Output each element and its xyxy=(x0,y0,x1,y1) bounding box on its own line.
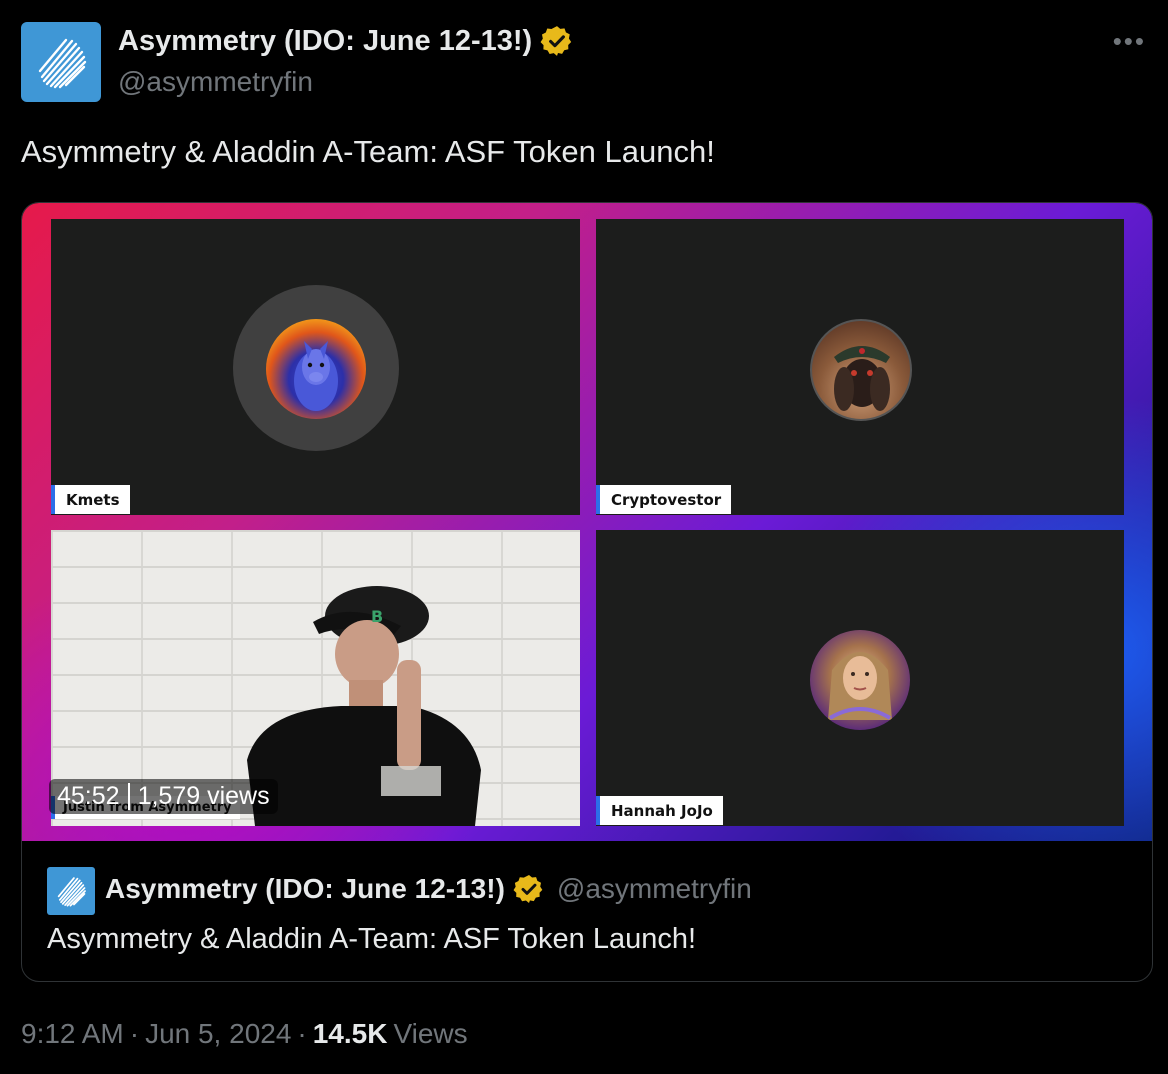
verified-badge-icon[interactable] xyxy=(540,24,574,58)
meta-separator: · xyxy=(297,1018,307,1049)
participant-tile-cryptovestor: Cryptovestor xyxy=(596,219,1124,515)
author-handle[interactable]: @asymmetryfin xyxy=(118,66,313,98)
quoted-display-name: Asymmetry (IDO: June 12-13!) xyxy=(105,873,505,904)
quoted-author-row: Asymmetry (IDO: June 12-13!) @asymmetryf… xyxy=(105,873,752,905)
tweet-date[interactable]: Jun 5, 2024 xyxy=(145,1018,291,1050)
asymmetry-logo-icon xyxy=(38,38,87,89)
tweet-text: Asymmetry & Aladdin A-Team: ASF Token La… xyxy=(21,134,715,169)
quoted-author-avatar[interactable] xyxy=(47,867,95,915)
view-count: 14.5K xyxy=(312,1018,388,1049)
quoted-tweet[interactable]: Asymmetry (IDO: June 12-13!) @asymmetryf… xyxy=(22,841,1152,981)
verified-badge-icon xyxy=(513,875,543,903)
views-label: Views xyxy=(393,1018,468,1049)
author-name-row[interactable]: Asymmetry (IDO: June 12-13!) xyxy=(118,24,574,58)
participant-label: Cryptovestor xyxy=(596,485,732,514)
tweet-metadata: 9:12 AM · Jun 5, 2024 · 14.5K Views xyxy=(21,1018,468,1050)
participant-label: Kmets xyxy=(51,485,130,514)
author-display-name[interactable]: Asymmetry (IDO: June 12-13!) xyxy=(118,25,532,58)
media-card[interactable]: Kmets Cryptovestor B Hannah JoJo 45:52 1… xyxy=(21,202,1153,982)
quoted-text: Asymmetry & Aladdin A-Team: ASF Token La… xyxy=(47,923,697,955)
meta-separator: · xyxy=(129,1018,140,1049)
quoted-handle: @asymmetryfin xyxy=(556,873,752,904)
video-duration: 45:52 xyxy=(57,782,120,810)
svg-text:B: B xyxy=(371,607,383,626)
video-player[interactable]: Kmets Cryptovestor B Hannah JoJo 45:52 1… xyxy=(22,203,1152,841)
more-options-icon[interactable]: ••• xyxy=(1113,26,1146,57)
participant-label: Hannah JoJo xyxy=(596,796,723,825)
participant-avatar-kmets xyxy=(266,319,366,419)
participant-avatar-hannah-jojo xyxy=(810,630,910,730)
video-stats-overlay: 45:52 1,579 views xyxy=(49,779,278,814)
asymmetry-logo-icon xyxy=(57,877,86,907)
tweet-time[interactable]: 9:12 AM xyxy=(21,1018,124,1050)
participant-tile-kmets: Kmets xyxy=(51,219,580,515)
participant-tile-hannah-jojo: Hannah JoJo xyxy=(596,530,1124,826)
video-views: 1,579 views xyxy=(137,782,270,810)
participant-avatar-cryptovestor xyxy=(810,319,912,421)
author-avatar[interactable] xyxy=(21,22,101,102)
